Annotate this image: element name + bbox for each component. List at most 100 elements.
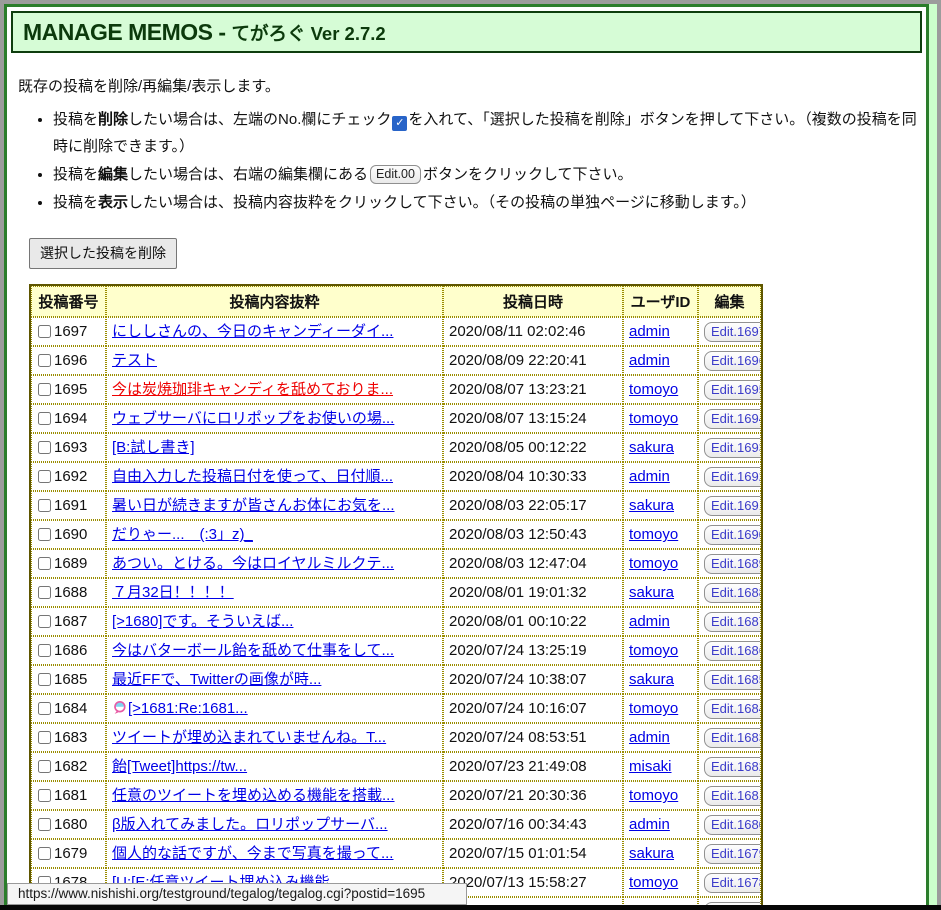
post-excerpt-link[interactable]: ウェブサーバにロリポップをお使いの場... [112, 410, 394, 427]
row-select-checkbox[interactable] [38, 789, 51, 802]
row-select-checkbox[interactable] [38, 528, 51, 541]
user-id-cell: admin [623, 810, 698, 839]
post-number-cell: 1687 [31, 607, 106, 636]
user-id-link[interactable]: admin [629, 468, 670, 485]
user-id-link[interactable]: sakura [629, 439, 674, 456]
post-number-cell: 1685 [31, 665, 106, 694]
edit-button[interactable]: Edit.1694 [704, 409, 761, 429]
column-header-post-number: 投稿番号 [31, 286, 106, 317]
post-excerpt-link[interactable]: 今はバターボール飴を舐めて仕事をして... [112, 642, 394, 659]
post-excerpt-link[interactable]: β版入れてみました。ロリポップサーバ... [112, 816, 388, 833]
user-id-link[interactable]: tomoyo [629, 700, 678, 717]
edit-button[interactable]: Edit.1682 [704, 757, 761, 777]
row-select-checkbox[interactable] [38, 412, 51, 425]
table-row: 1681任意のツイートを埋め込める機能を搭載...2020/07/21 20:3… [31, 781, 761, 810]
edit-button[interactable]: Edit.1689 [704, 554, 761, 574]
user-id-link[interactable]: admin [629, 323, 670, 340]
post-excerpt-cell: ツイートが埋め込まれていませんね。T... [106, 723, 443, 752]
row-select-checkbox[interactable] [38, 760, 51, 773]
row-select-checkbox[interactable] [38, 325, 51, 338]
table-row: 1683ツイートが埋め込まれていませんね。T...2020/07/24 08:5… [31, 723, 761, 752]
edit-button[interactable]: Edit.1679 [704, 844, 761, 864]
edit-button[interactable]: Edit.1693 [704, 438, 761, 458]
edit-button[interactable]: Edit.1697 [704, 322, 761, 342]
edit-button[interactable]: Edit.1696 [704, 351, 761, 371]
post-datetime: 2020/07/23 21:49:08 [443, 752, 623, 781]
row-select-checkbox[interactable] [38, 499, 51, 512]
edit-button[interactable]: Edit.1686 [704, 641, 761, 661]
post-excerpt-link[interactable]: 個人的な話ですが、今まで写真を撮って... [112, 845, 393, 862]
instruction-text: したい場合は、右端の編集欄にある [128, 166, 368, 183]
user-id-link[interactable]: tomoyo [629, 642, 678, 659]
post-excerpt-link[interactable]: 最近FFで、Twitterの画像が時... [112, 671, 321, 688]
user-id-link[interactable]: misaki [629, 758, 672, 775]
post-excerpt-link[interactable]: 暑い日が続きますが皆さんお体にお気を... [112, 497, 395, 514]
row-select-checkbox[interactable] [38, 586, 51, 599]
lollipop-emoji [112, 700, 127, 715]
edit-button[interactable]: Edit.1690 [704, 525, 761, 545]
user-id-link[interactable]: admin [629, 613, 670, 630]
post-number: 1697 [54, 323, 87, 340]
post-excerpt-link[interactable]: 自由入力した投稿日付を使って、日付順... [112, 468, 393, 485]
user-id-link[interactable]: tomoyo [629, 526, 678, 543]
post-datetime: 2020/08/07 13:15:24 [443, 404, 623, 433]
row-select-checkbox[interactable] [38, 354, 51, 367]
post-excerpt-link[interactable]: ７月32日！！！！ [112, 584, 234, 601]
post-datetime: 2020/08/03 12:47:04 [443, 549, 623, 578]
edit-button[interactable]: Edit.1683 [704, 728, 761, 748]
user-id-link[interactable]: admin [629, 352, 670, 369]
user-id-link[interactable]: tomoyo [629, 410, 678, 427]
row-select-checkbox[interactable] [38, 557, 51, 570]
post-excerpt-link[interactable]: [B:試し書き] [112, 439, 195, 456]
user-id-link[interactable]: admin [629, 816, 670, 833]
user-id-link[interactable]: sakura [629, 671, 674, 688]
instruction-text: 投稿を [53, 166, 98, 183]
delete-selected-button[interactable]: 選択した投稿を削除 [29, 238, 177, 269]
edit-button[interactable]: Edit.1695 [704, 380, 761, 400]
user-id-link[interactable]: sakura [629, 584, 674, 601]
edit-button[interactable]: Edit.1685 [704, 670, 761, 690]
table-row: 1685最近FFで、Twitterの画像が時...2020/07/24 10:3… [31, 665, 761, 694]
row-select-checkbox[interactable] [38, 470, 51, 483]
table-row: 1697にししさんの、今日のキャンディーダイ...2020/08/11 02:0… [31, 317, 761, 346]
edit-button[interactable]: Edit.1681 [704, 786, 761, 806]
user-id-link[interactable]: sakura [629, 845, 674, 862]
post-excerpt-link[interactable]: 今は炭焼珈琲キャンディを舐めておりま... [112, 381, 393, 398]
post-excerpt-link[interactable]: だりゃー... (:3」z)_ [112, 526, 253, 543]
row-select-checkbox[interactable] [38, 441, 51, 454]
edit-button[interactable]: Edit.1688 [704, 583, 761, 603]
post-excerpt-link[interactable]: [>1680]です。そういえば... [112, 613, 293, 630]
row-select-checkbox[interactable] [38, 673, 51, 686]
edit-button[interactable]: Edit.1684 [704, 699, 761, 719]
user-id-link[interactable]: admin [629, 729, 670, 746]
post-number-cell: 1684 [31, 694, 106, 723]
edit-button[interactable]: Edit.1691 [704, 496, 761, 516]
post-excerpt-link[interactable]: 任意のツイートを埋め込める機能を搭載... [112, 787, 395, 804]
user-id-link[interactable]: tomoyo [629, 555, 678, 572]
user-id-link[interactable]: tomoyo [629, 381, 678, 398]
user-id-link[interactable]: tomoyo [629, 787, 678, 804]
edit-button[interactable]: Edit.1692 [704, 467, 761, 487]
post-excerpt-link[interactable]: テスト [112, 352, 157, 369]
edit-cell: Edit.1681 [698, 781, 761, 810]
post-excerpt-link[interactable]: [>1681:Re:1681... [112, 700, 248, 717]
column-header-datetime: 投稿日時 [443, 286, 623, 317]
row-select-checkbox[interactable] [38, 615, 51, 628]
post-excerpt-link[interactable]: あつい。とける。今はロイヤルミルクテ... [112, 555, 394, 572]
row-select-checkbox[interactable] [38, 818, 51, 831]
user-id-link[interactable]: sakura [629, 497, 674, 514]
column-header-excerpt: 投稿内容抜粋 [106, 286, 443, 317]
post-excerpt-link[interactable]: ツイートが埋め込まれていませんね。T... [112, 729, 386, 746]
row-select-checkbox[interactable] [38, 731, 51, 744]
row-select-checkbox[interactable] [38, 383, 51, 396]
user-id-link[interactable]: tomoyo [629, 874, 678, 891]
edit-button[interactable]: Edit.1687 [704, 612, 761, 632]
edit-button[interactable]: Edit.1678 [704, 873, 761, 893]
post-excerpt-cell: ウェブサーバにロリポップをお使いの場... [106, 404, 443, 433]
edit-button[interactable]: Edit.1680 [704, 815, 761, 835]
post-excerpt-link[interactable]: にししさんの、今日のキャンディーダイ... [112, 323, 393, 340]
row-select-checkbox[interactable] [38, 702, 51, 715]
post-excerpt-link[interactable]: 飴[Tweet]https://tw... [112, 758, 247, 775]
row-select-checkbox[interactable] [38, 644, 51, 657]
row-select-checkbox[interactable] [38, 847, 51, 860]
